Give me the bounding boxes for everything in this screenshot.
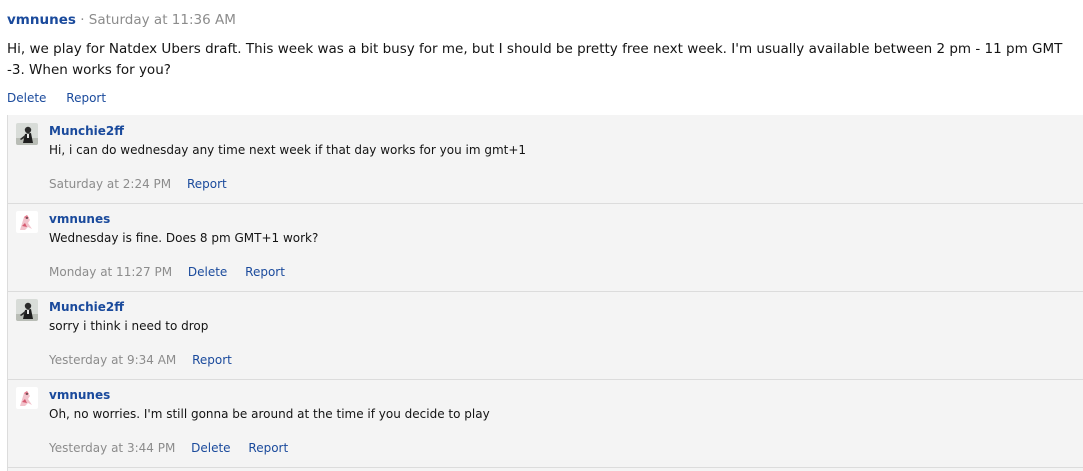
comment-author-link[interactable]: Munchie2ff: [49, 124, 124, 138]
comment-author-link[interactable]: vmnunes: [49, 388, 110, 402]
dark-figure-avatar-icon[interactable]: [16, 299, 38, 321]
comment-list: Munchie2ff Hi, i can do wednesday any ti…: [7, 115, 1083, 471]
comment-text: Hi, i can do wednesday any time next wee…: [49, 143, 527, 157]
delete-link[interactable]: Delete: [191, 441, 230, 455]
comment-meta: Yesterday at 3:44 PM Delete Report: [49, 441, 302, 455]
comment-meta: Saturday at 2:24 PM Report: [49, 177, 241, 191]
dark-figure-avatar-icon[interactable]: [16, 123, 38, 145]
comment-author-link[interactable]: vmnunes: [49, 212, 110, 226]
delete-link[interactable]: Delete: [188, 265, 227, 279]
post-author-link[interactable]: vmnunes: [7, 12, 76, 28]
delete-link[interactable]: Delete: [7, 91, 46, 105]
report-link[interactable]: Report: [245, 265, 285, 279]
pink-character-avatar-icon[interactable]: [16, 387, 38, 409]
post-header: vmnunes · Saturday at 11:36 AM: [7, 12, 236, 28]
comment-text: sorry i think i need to drop: [49, 319, 209, 333]
comment-item: Munchie2ff sorry i think i need to drop …: [8, 291, 1083, 380]
comment-timestamp[interactable]: Monday at 11:27 PM: [49, 265, 172, 279]
post-body: Hi, we play for Natdex Ubers draft. This…: [7, 41, 1063, 78]
comment-item: Munchie2ff Hi, i can do wednesday any ti…: [8, 115, 1083, 204]
comment-text: Wednesday is fine. Does 8 pm GMT+1 work?: [49, 231, 319, 245]
comment-meta: Monday at 11:27 PM Delete Report: [49, 265, 299, 279]
separator: ·: [80, 12, 85, 28]
comment-timestamp[interactable]: Saturday at 2:24 PM: [49, 177, 171, 191]
report-link[interactable]: Report: [248, 441, 288, 455]
report-link[interactable]: Report: [192, 353, 232, 367]
report-link[interactable]: Report: [66, 91, 106, 105]
comment-meta: Yesterday at 9:34 AM Report: [49, 353, 246, 367]
pink-character-avatar-icon[interactable]: [16, 211, 38, 233]
comment-item: vmnunes Oh, no worries. I'm still gonna …: [8, 379, 1083, 468]
report-link[interactable]: Report: [187, 177, 227, 191]
post-actions: Delete Report: [7, 91, 122, 105]
comment-author-link[interactable]: Munchie2ff: [49, 300, 124, 314]
comment-text: Oh, no worries. I'm still gonna be aroun…: [49, 407, 490, 421]
comment-item: vmnunes Wednesday is fine. Does 8 pm GMT…: [8, 203, 1083, 292]
comment-timestamp[interactable]: Yesterday at 3:44 PM: [49, 441, 175, 455]
post-timestamp[interactable]: Saturday at 11:36 AM: [89, 12, 236, 28]
comment-timestamp[interactable]: Yesterday at 9:34 AM: [49, 353, 176, 367]
